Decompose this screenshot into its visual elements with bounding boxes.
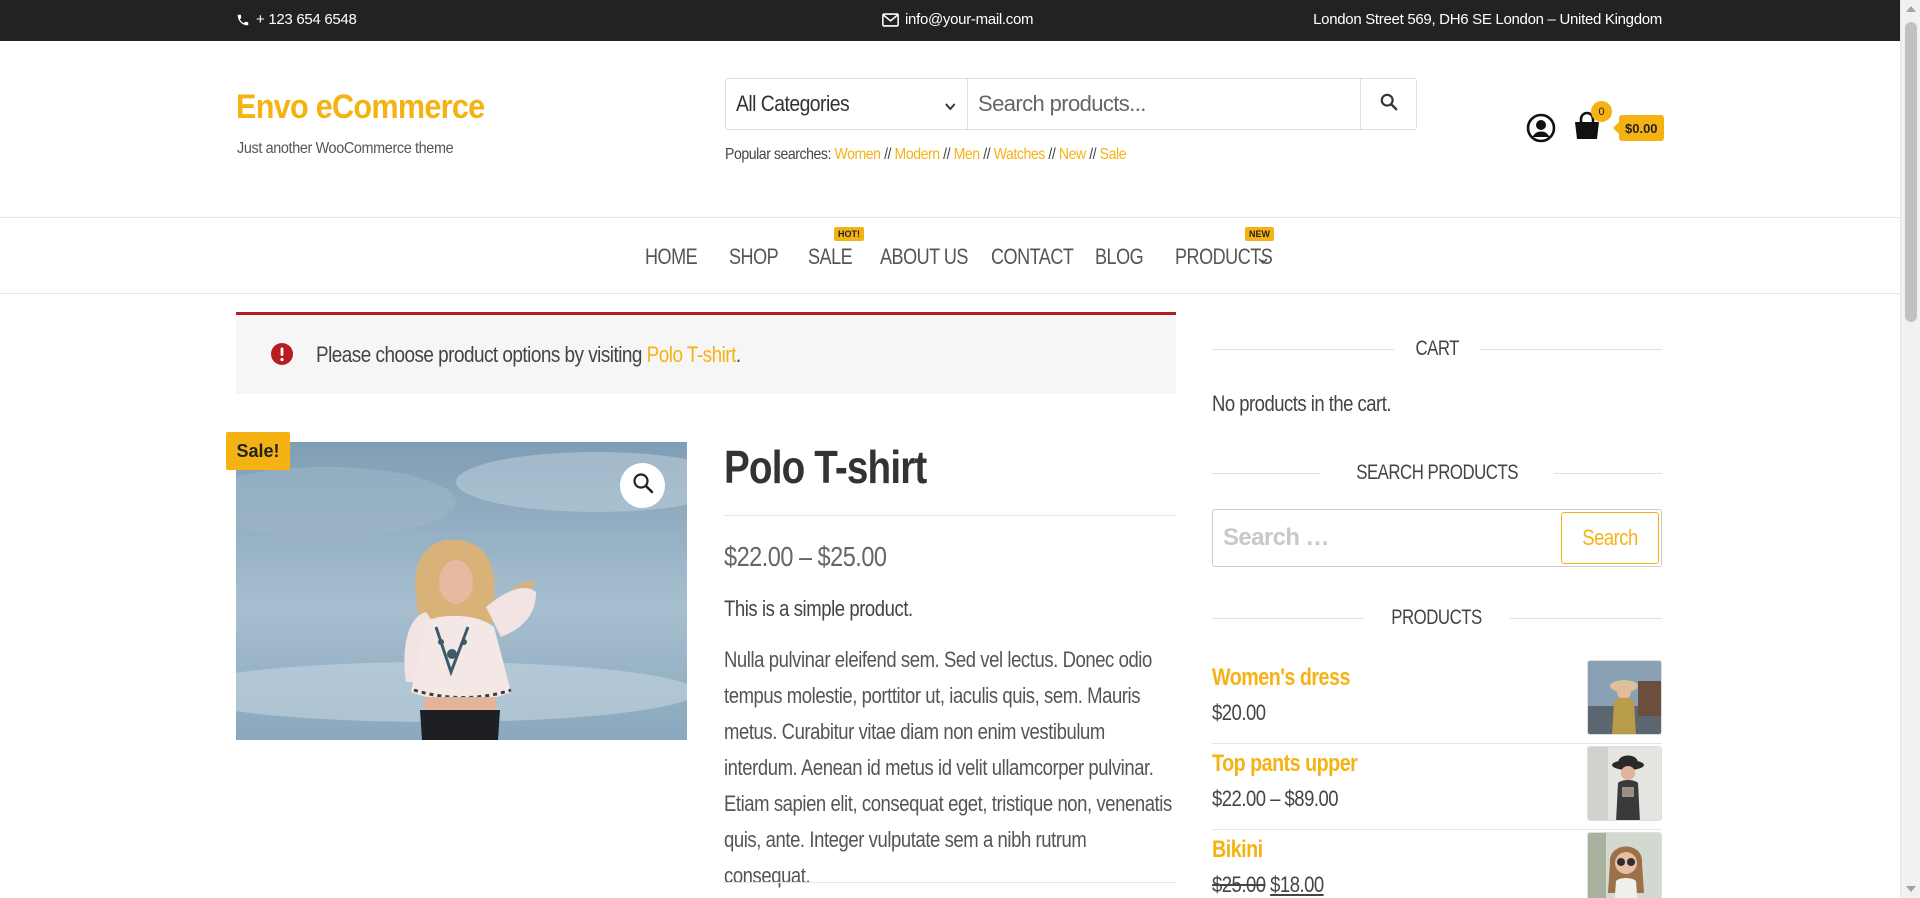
category-select[interactable]: All Categories — [726, 79, 968, 129]
woocommerce-error-notice: Please choose product options by visitin… — [236, 312, 1176, 394]
cart-widget-title-text: CART — [1415, 337, 1459, 360]
list-item[interactable]: Bikini $25.00 $18.00 — [1212, 830, 1662, 898]
notice-message: Please choose product options by visitin… — [316, 342, 741, 368]
product-link[interactable]: Top pants upper — [1212, 750, 1358, 778]
product-price: $25.00 $18.00 — [1212, 872, 1324, 898]
address-text: London Street 569, DH6 SE London – Unite… — [1313, 11, 1662, 28]
product-thumbnail[interactable] — [1587, 660, 1662, 735]
top-bar: + 123 654 6548 info@your-mail.com London… — [0, 0, 1900, 41]
old-price: $25.00 — [1212, 872, 1266, 897]
scroll-down-arrow-icon[interactable] — [1906, 886, 1916, 892]
scroll-up-arrow-icon[interactable] — [1906, 6, 1916, 12]
nav-item-home[interactable]: HOME — [645, 244, 698, 270]
search-button[interactable] — [1360, 79, 1416, 129]
image-zoom-button[interactable] — [620, 463, 665, 508]
search-widget-title-text: SEARCH PRODUCTS — [1356, 461, 1518, 484]
page-scrollbar[interactable] — [1900, 0, 1920, 898]
topbar-phone[interactable]: + 123 654 6548 — [236, 11, 357, 28]
popular-search-link[interactable]: Watches — [994, 146, 1046, 163]
sidebar-search-form: Search — [1212, 509, 1662, 567]
cart-count-badge: 0 — [1591, 101, 1612, 122]
nav-item-shop[interactable]: SHOP — [729, 244, 779, 270]
nav-item-sale[interactable]: SALE — [808, 244, 853, 270]
scrollbar-thumb[interactable] — [1905, 22, 1917, 322]
product-price: $22.00 – $25.00 — [724, 541, 887, 572]
topbar-email[interactable]: info@your-mail.com — [882, 11, 1034, 28]
site-title[interactable]: Envo eCommerce — [236, 88, 485, 127]
phone-text: + 123 654 6548 — [256, 11, 357, 28]
sidebar-search-button-label: Search — [1582, 525, 1638, 550]
sidebar-search-input[interactable] — [1213, 511, 1561, 565]
search-widget-title: SEARCH PRODUCTS — [1212, 458, 1663, 488]
nav-item-contact[interactable]: CONTACT — [991, 244, 1074, 270]
search-icon — [1380, 93, 1398, 116]
account-icon[interactable] — [1526, 113, 1556, 148]
popular-search-link[interactable]: Men — [954, 146, 981, 163]
nav-item-about-us[interactable]: ABOUT US — [880, 244, 968, 270]
popular-search-link[interactable]: New — [1059, 146, 1086, 163]
nav-badge-hot: HOT! — [834, 227, 864, 241]
product-price: $22.00 – $89.00 — [1212, 786, 1339, 811]
products-widget-list: Women's dress $20.00 Top pants upper $22… — [1212, 658, 1662, 898]
products-widget-title: PRODUCTS — [1212, 603, 1663, 633]
phone-icon — [236, 13, 250, 27]
search-input[interactable] — [968, 79, 1360, 129]
notice-suffix: . — [735, 342, 741, 367]
popular-search-link[interactable]: Women — [834, 146, 881, 163]
notice-text: Please choose product options by visitin… — [316, 342, 647, 367]
product-title: Polo T-shirt — [724, 441, 927, 493]
main-navigation: HOME SHOP SALE HOT! ABOUT US CONTACT BLO… — [0, 217, 1900, 294]
exclamation-circle-icon — [270, 342, 294, 371]
products-widget-title-text: PRODUCTS — [1391, 606, 1483, 629]
email-text: info@your-mail.com — [905, 11, 1034, 28]
product-link[interactable]: Bikini — [1212, 836, 1263, 864]
product-thumbnail[interactable] — [1587, 832, 1662, 898]
site-description: Just another WooCommerce theme — [237, 140, 454, 157]
cart-widget-title: CART — [1212, 334, 1663, 364]
list-item[interactable]: Women's dress $20.00 — [1212, 658, 1662, 744]
product-link[interactable]: Women's dress — [1212, 664, 1350, 692]
nav-item-blog[interactable]: BLOG — [1095, 244, 1144, 270]
chevron-down-icon — [945, 91, 956, 117]
notice-product-link[interactable]: Polo T-shirt — [647, 342, 737, 367]
sale-price: $18.00 — [1270, 872, 1324, 897]
sidebar-search-button[interactable]: Search — [1561, 512, 1659, 564]
nav-badge-new: NEW — [1245, 227, 1274, 241]
product-price: $20.00 — [1212, 700, 1266, 725]
description-divider — [724, 882, 1176, 883]
cart-total[interactable]: $0.00 — [1613, 115, 1664, 141]
topbar-address: London Street 569, DH6 SE London – Unite… — [1313, 11, 1662, 28]
product-short-description: This is a simple product. — [724, 596, 913, 621]
category-select-value: All Categories — [736, 91, 850, 116]
popular-searches-label: Popular searches: — [725, 146, 832, 163]
title-divider — [724, 515, 1176, 516]
product-thumbnail[interactable] — [1587, 746, 1662, 821]
popular-searches: Popular searches: Women//Modern//Men//Wa… — [725, 146, 1127, 163]
product-description: Nulla pulvinar eleifend sem. Sed vel lec… — [724, 647, 1172, 888]
list-item[interactable]: Top pants upper $22.00 – $89.00 — [1212, 744, 1662, 830]
envelope-icon — [882, 12, 899, 27]
sale-badge: Sale! — [226, 432, 290, 470]
popular-search-link[interactable]: Sale — [1100, 146, 1127, 163]
popular-search-link[interactable]: Modern — [895, 146, 941, 163]
cart-empty-message: No products in the cart. — [1212, 391, 1391, 416]
chevron-down-icon — [1258, 252, 1268, 270]
magnifier-icon — [632, 472, 654, 499]
product-search-form: All Categories — [725, 78, 1417, 130]
